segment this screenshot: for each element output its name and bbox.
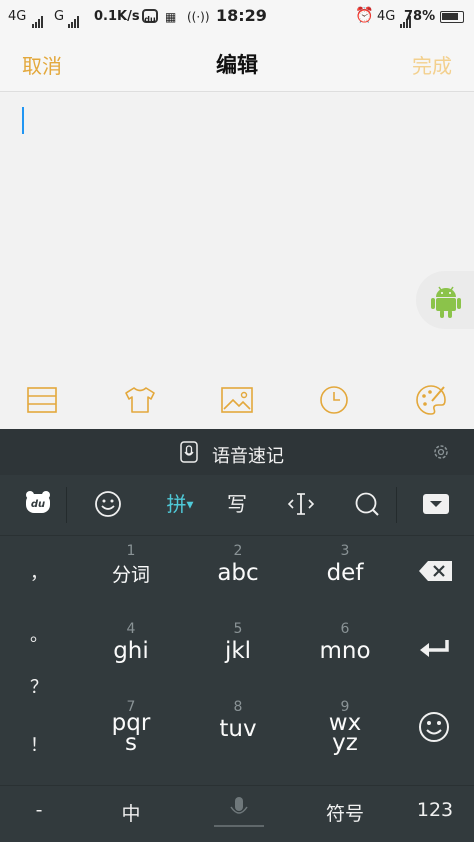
status-bar: 4G G 0.1K/s du ▦ ((·)) 18:29 ⏰ 4G 78%: [0, 0, 474, 34]
page-title: 编辑: [216, 53, 258, 77]
floating-android-button[interactable]: [416, 271, 474, 329]
punct-question-key[interactable]: ？: [0, 673, 78, 699]
divider: [66, 487, 67, 523]
key-label: def: [326, 560, 364, 586]
key-label: tuv: [219, 716, 257, 742]
clock-time: 18:29: [216, 6, 267, 25]
chevron-down-icon: ▼: [186, 500, 194, 511]
key-label: jkl: [224, 638, 252, 664]
emoji-icon[interactable]: [91, 487, 125, 521]
text-cursor: [22, 107, 24, 134]
network-4g-label: 4G: [8, 9, 27, 24]
pinyin-mode-button[interactable]: 拼▼: [160, 487, 200, 521]
shirt-icon[interactable]: [123, 383, 157, 417]
key-7[interactable]: 7 pqrs: [77, 693, 185, 769]
key-label: abc: [217, 560, 259, 586]
gear-icon[interactable]: [432, 443, 450, 461]
key-8[interactable]: 8 tuv: [184, 693, 292, 769]
signal-icon: [32, 10, 46, 28]
voice-note-bar[interactable]: 语音速记: [0, 429, 474, 475]
pinyin-label: 拼: [166, 492, 187, 516]
punct-comma-key[interactable]: ，: [0, 559, 78, 585]
handwrite-mode-button[interactable]: 写: [220, 487, 254, 521]
key-4[interactable]: 4 ghi: [77, 615, 185, 691]
voice-memo-icon: [180, 441, 198, 463]
key-number: 4: [126, 621, 136, 637]
symbols-key[interactable]: 符号: [291, 799, 399, 826]
backspace-button[interactable]: [396, 537, 474, 613]
wifi-hotspot-icon: ((·)): [187, 10, 210, 24]
network-g-label: G: [54, 9, 65, 24]
key-number: 8: [233, 699, 243, 715]
enter-icon: [420, 640, 449, 657]
battery-icon: [440, 11, 464, 23]
emoji-key-button[interactable]: [396, 693, 474, 769]
edit-header: 取消 编辑 完成: [0, 34, 474, 92]
android-icon: [431, 286, 461, 318]
dash-key[interactable]: -: [0, 799, 78, 821]
voice-note-label: 语音速记: [212, 446, 284, 467]
keyboard-function-row: du 拼▼ 写: [0, 475, 474, 535]
space-key[interactable]: [214, 793, 264, 833]
alarm-icon: ⏰: [355, 6, 374, 24]
key-label: ghi: [113, 638, 149, 664]
image-icon[interactable]: [220, 383, 254, 417]
clock-icon[interactable]: [317, 383, 351, 417]
battery-percent: 78%: [404, 9, 436, 24]
key-number: 1: [126, 543, 136, 559]
key-label: 分词: [111, 564, 150, 586]
network-4g-label-2: 4G: [377, 9, 396, 24]
keyboard-bottom-row: - 中 符号 123: [0, 785, 474, 842]
key-2[interactable]: 2 abc: [184, 537, 292, 613]
network-speed: 0.1K/s: [94, 9, 140, 24]
key-number: 3: [340, 543, 350, 559]
microphone-icon: [214, 797, 264, 827]
key-label: mno: [319, 638, 371, 664]
key-label: wxyz: [328, 710, 362, 756]
search-icon[interactable]: [350, 487, 384, 521]
done-button[interactable]: 完成: [412, 50, 452, 79]
key-9[interactable]: 9 wxyz: [291, 693, 399, 769]
divider: [0, 535, 474, 536]
signal-icon-2: [68, 10, 82, 28]
keyboard: 语音速记 du 拼▼ 写 ， 。 ？ ！ 1 分词 2 abc 3 def 4 …: [0, 429, 474, 842]
du-logo-button[interactable]: du: [21, 487, 55, 521]
keyboard-status-icon: ▦: [165, 10, 176, 24]
key-3[interactable]: 3 def: [291, 537, 399, 613]
smile-icon: [419, 712, 449, 742]
palette-icon[interactable]: [414, 383, 448, 417]
du-logo-text: du: [30, 499, 46, 510]
key-label: pqrs: [111, 710, 151, 756]
key-5[interactable]: 5 jkl: [184, 615, 292, 691]
cursor-move-icon[interactable]: [284, 487, 318, 521]
editor-toolbar: [0, 375, 474, 425]
enter-button[interactable]: [396, 615, 474, 691]
key-6[interactable]: 6 mno: [291, 615, 399, 691]
chinese-mode-key[interactable]: 中: [77, 799, 185, 826]
backspace-icon: [419, 561, 452, 581]
hide-keyboard-icon[interactable]: [419, 487, 453, 521]
list-icon[interactable]: [25, 383, 59, 417]
punct-exclaim-key[interactable]: ！: [0, 731, 78, 757]
punct-period-key[interactable]: 。: [0, 621, 78, 647]
key-number: 2: [233, 543, 243, 559]
numbers-key[interactable]: 123: [396, 799, 474, 821]
key-number: 6: [340, 621, 350, 637]
key-1[interactable]: 1 分词: [77, 537, 185, 613]
divider: [396, 487, 397, 523]
du-badge-icon: du: [142, 9, 158, 24]
key-number: 5: [233, 621, 243, 637]
note-editor[interactable]: [0, 93, 474, 429]
